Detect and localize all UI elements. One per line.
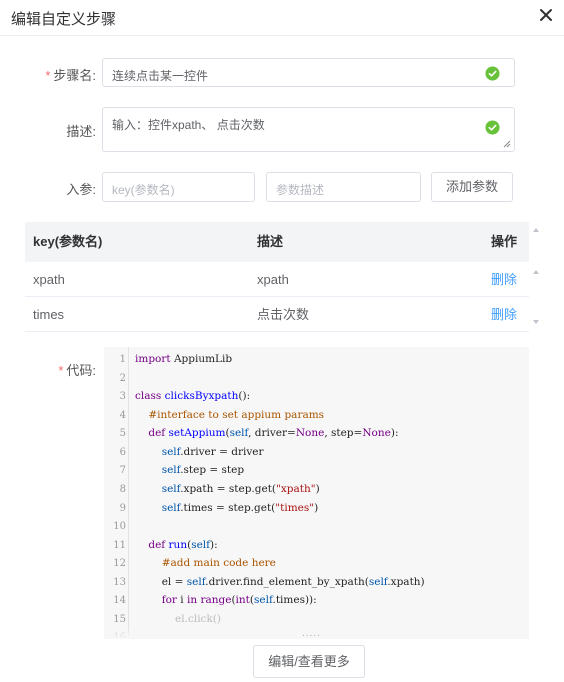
line-number: 10	[113, 521, 126, 532]
line-number: 13	[113, 577, 126, 588]
code-line: self.step = step	[161, 464, 245, 476]
delete-link[interactable]: 删除	[491, 262, 517, 297]
column-header-action: 操作	[491, 234, 518, 249]
line-number: 2	[119, 373, 126, 384]
line-number: 8	[119, 484, 126, 495]
description-textarea[interactable]: 输入：控件xpath、 点击次数	[102, 107, 515, 152]
code-line: el.click()	[135, 613, 221, 625]
line-number: 7	[119, 465, 126, 476]
scroll-down-arrow-icon	[533, 320, 539, 324]
line-number: 4	[119, 410, 126, 421]
param-key-input[interactable]: key(参数名)	[102, 172, 255, 202]
add-param-button[interactable]: 添加参数	[431, 172, 513, 202]
code-line: #add main code here	[161, 557, 276, 569]
code-line: self.xpath = step.get("xpath")	[161, 483, 320, 495]
column-header-desc: 描述	[257, 234, 284, 249]
line-number: 14	[113, 595, 126, 606]
line-number: 1	[119, 354, 126, 365]
dialog-header: 编辑自定义步骤	[0, 0, 564, 36]
row-desc: 点击次数	[257, 307, 310, 322]
code-line: def setAppium(self, driver=None, step=No…	[148, 427, 399, 439]
params-table: key(参数名) 描述 操作 xpath xpath 删除 times 点击次数…	[25, 222, 529, 332]
row-desc: xpath	[257, 272, 289, 287]
step-name-value: 连续点击某一控件	[112, 69, 209, 83]
check-circle-icon	[485, 66, 500, 81]
check-circle-icon	[485, 120, 500, 135]
row-key: xpath	[33, 272, 65, 287]
code-line: el = self.driver.find_element_by_xpath(s…	[135, 576, 425, 588]
line-number: 9	[119, 503, 126, 514]
table-row: xpath xpath 删除	[25, 262, 529, 297]
line-number: 3	[119, 391, 126, 402]
scroll-up-arrow-icon	[533, 270, 539, 274]
code-ellipsis: .....	[302, 628, 321, 639]
param-desc-input[interactable]: 参数描述	[266, 172, 421, 202]
scroll-up-arrow-icon	[533, 228, 539, 232]
table-header: key(参数名) 描述 操作	[25, 222, 529, 262]
code-line: class clicksByxpath():	[135, 390, 251, 402]
code-line: for i in range(int(self.times)):	[161, 594, 317, 606]
line-number: 11	[113, 540, 126, 551]
row-key: times	[33, 307, 65, 322]
code-label: * 代码:	[58, 363, 96, 378]
table-scrollbar[interactable]	[529, 222, 543, 332]
code-line: def run(self):	[148, 539, 218, 551]
table-row: times 点击次数 删除	[25, 297, 529, 332]
close-icon[interactable]	[537, 6, 555, 24]
code-editor[interactable]: 1 2 3 4 5 6 7 8 9 10 11 12 13 14 15 16 i…	[104, 347, 529, 639]
dialog-title: 编辑自定义步骤	[11, 11, 117, 28]
code-line: self.times = step.get("times")	[161, 502, 319, 514]
line-number: 5	[119, 428, 126, 439]
line-number: 6	[119, 447, 126, 458]
code-line: import AppiumLib	[135, 353, 233, 365]
edit-view-more-button[interactable]: 编辑/查看更多	[253, 645, 365, 678]
required-mark: *	[45, 68, 51, 83]
line-number: 15	[113, 614, 126, 625]
line-number-gutter: 1 2 3 4 5 6 7 8 9 10 11 12 13 14 15 16	[104, 347, 129, 639]
column-header-key: key(参数名)	[33, 234, 103, 249]
description-label: 描述:	[66, 124, 96, 139]
description-value: 输入：控件xpath、 点击次数	[112, 118, 265, 132]
step-name-input[interactable]: 连续点击某一控件	[102, 58, 515, 87]
delete-link[interactable]: 删除	[491, 297, 517, 332]
code-line: #interface to set appium params	[148, 409, 325, 421]
params-label: 入参:	[66, 182, 96, 197]
code-line: self.driver = driver	[161, 446, 264, 458]
required-mark: *	[58, 363, 64, 378]
line-number: 12	[113, 558, 126, 569]
step-name-label: * 步骤名:	[45, 68, 96, 83]
resize-handle-icon[interactable]	[502, 139, 511, 148]
